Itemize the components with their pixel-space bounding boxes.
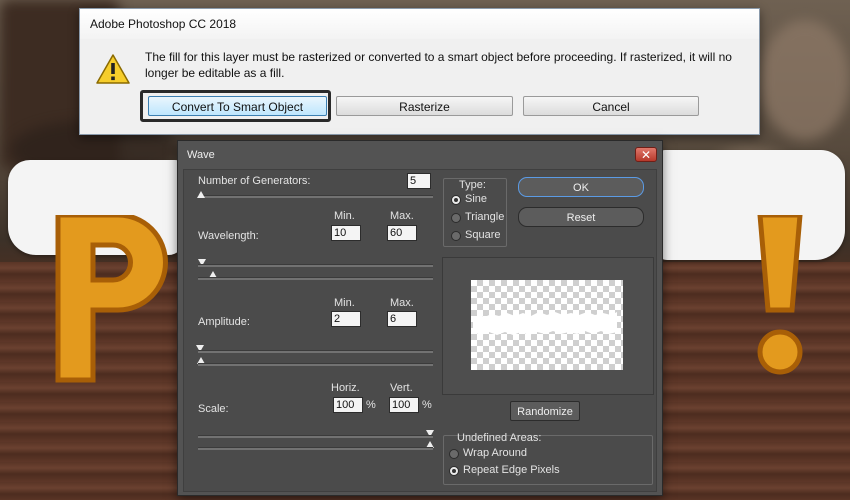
scale-horiz-track[interactable] [198, 435, 433, 438]
wavelength-max-label: Max. [390, 210, 414, 222]
scale-horiz-label: Horiz. [331, 382, 360, 394]
amplitude-label: Amplitude: [198, 316, 250, 328]
type-triangle-label[interactable]: Triangle [465, 211, 504, 223]
alert-title: Adobe Photoshop CC 2018 [80, 9, 759, 39]
cancel-button[interactable]: Cancel [523, 96, 699, 116]
type-square-label[interactable]: Square [465, 229, 500, 241]
generators-slider-thumb[interactable] [197, 191, 205, 198]
amplitude-max-input[interactable]: 6 [387, 311, 417, 327]
scale-vert-track[interactable] [198, 447, 433, 450]
generators-label: Number of Generators: [198, 175, 311, 187]
close-button[interactable]: ✕ [635, 147, 657, 162]
wavelength-min-input[interactable]: 10 [331, 225, 361, 241]
scale-vert-label: Vert. [390, 382, 413, 394]
scale-label: Scale: [198, 403, 229, 415]
scale-vert-unit: % [422, 399, 432, 411]
wavelength-max-input[interactable]: 60 [387, 225, 417, 241]
scale-horiz-unit: % [366, 399, 376, 411]
amplitude-max-label: Max. [390, 297, 414, 309]
wavelength-label: Wavelength: [198, 230, 259, 242]
amplitude-min-track[interactable] [198, 350, 433, 353]
convert-to-smart-object-button[interactable]: Convert To Smart Object [148, 96, 327, 116]
scale-horiz-input[interactable]: 100 [333, 397, 363, 413]
wave-title: Wave [178, 141, 662, 169]
wrap-around-label[interactable]: Wrap Around [463, 447, 527, 459]
wavelength-min-track[interactable] [198, 264, 433, 267]
alert-body: The fill for this layer must be rasteriz… [80, 39, 759, 134]
type-label: Type: [459, 179, 486, 191]
exclamation-artwork [757, 215, 803, 375]
ok-button[interactable]: OK [518, 177, 644, 197]
amplitude-min-input[interactable]: 2 [331, 311, 361, 327]
wavelength-min-label: Min. [334, 210, 355, 222]
wave-preview-shape [473, 312, 617, 335]
repeat-edge-pixels-label[interactable]: Repeat Edge Pixels [463, 464, 560, 476]
wave-settings-panel: Number of Generators: 5 Min. Max. Wavele… [183, 169, 657, 492]
type-square-radio[interactable] [451, 231, 461, 241]
undefined-areas-label: Undefined Areas: [457, 432, 542, 444]
alert-message: The fill for this layer must be rasteriz… [145, 50, 732, 80]
wave-preview-frame [442, 257, 654, 395]
amplitude-min-label: Min. [334, 297, 355, 309]
rasterize-button[interactable]: Rasterize [336, 96, 513, 116]
wave-filter-dialog: Wave ✕ Number of Generators: 5 Min. Max.… [177, 140, 663, 496]
reset-button[interactable]: Reset [518, 207, 644, 227]
repeat-edge-pixels-radio[interactable] [449, 466, 459, 476]
wrap-around-radio[interactable] [449, 449, 459, 459]
randomize-button[interactable]: Randomize [510, 401, 580, 421]
type-sine-label[interactable]: Sine [465, 193, 487, 205]
generators-slider-track[interactable] [198, 195, 433, 198]
bokeh-blob [760, 20, 850, 140]
type-sine-radio[interactable] [451, 195, 461, 205]
photoshop-alert-dialog: Adobe Photoshop CC 2018 The fill for thi… [79, 8, 760, 135]
generators-input[interactable]: 5 [407, 173, 431, 189]
amplitude-max-track[interactable] [198, 363, 433, 366]
scale-vert-input[interactable]: 100 [389, 397, 419, 413]
letter-p-artwork [55, 215, 168, 383]
wave-preview [471, 280, 623, 370]
warning-icon [96, 54, 130, 84]
type-triangle-radio[interactable] [451, 213, 461, 223]
close-icon: ✕ [640, 148, 652, 162]
wavelength-max-track[interactable] [198, 277, 433, 280]
